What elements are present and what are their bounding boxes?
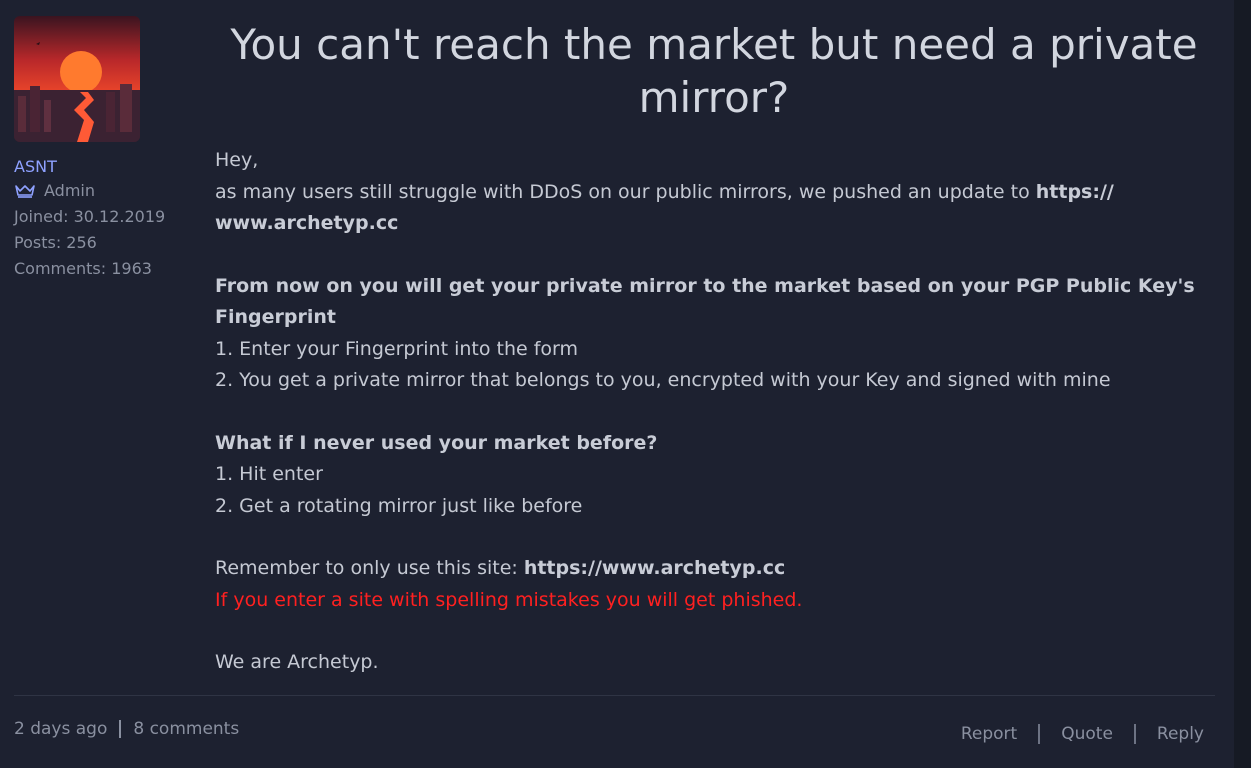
author-joined: Joined: 30.12.2019 xyxy=(14,207,166,226)
author-panel: ASNT Admin Joined: 30.12.2019 Posts: 256… xyxy=(14,16,194,282)
avatar-image xyxy=(14,16,140,142)
crown-icon xyxy=(14,184,36,198)
remember-link[interactable]: https://www.archetyp.cc xyxy=(524,557,785,579)
scrollbar-track[interactable] xyxy=(1234,0,1251,768)
step-private-mirror: 2. You get a private mirror that belongs… xyxy=(215,369,1111,391)
section-heading-private-mirror: From now on you will get your private mi… xyxy=(215,274,1195,329)
comments-link[interactable]: 8 comments xyxy=(133,719,239,739)
intro-paragraph: as many users still struggle with DDoS o… xyxy=(215,177,1215,240)
phishing-warning: If you enter a site with spelling mistak… xyxy=(215,588,803,611)
remember-paragraph: Remember to only use this site: https://… xyxy=(215,553,1215,585)
separator xyxy=(1038,724,1041,744)
quote-button[interactable]: Quote xyxy=(1061,724,1113,744)
post-page: ASNT Admin Joined: 30.12.2019 Posts: 256… xyxy=(0,0,1251,768)
intro-text: as many users still struggle with DDoS o… xyxy=(215,180,1036,203)
report-button[interactable]: Report xyxy=(961,724,1017,744)
step-rotating-mirror: 2. Get a rotating mirror just like befor… xyxy=(215,494,583,517)
author-posts: Posts: 256 xyxy=(14,233,97,252)
author-role: Admin xyxy=(14,178,194,204)
remember-text: Remember to only use this site: xyxy=(215,557,524,579)
author-name-link[interactable]: ASNT xyxy=(14,156,194,178)
step-hit-enter: 1. Hit enter xyxy=(215,463,323,485)
divider xyxy=(14,695,1215,696)
post-age: 2 days ago xyxy=(14,719,108,739)
avatar[interactable] xyxy=(14,16,140,142)
author-comments: Comments: 1963 xyxy=(14,259,152,278)
greeting: Hey, xyxy=(215,149,259,171)
post-body: Hey, as many users still struggle with D… xyxy=(215,145,1215,679)
separator xyxy=(1133,724,1136,744)
post-actions: Report Quote Reply xyxy=(961,724,1204,744)
post-title: You can't reach the market but need a pr… xyxy=(230,20,1198,122)
author-role-label: Admin xyxy=(44,181,95,200)
section-heading-new-user: What if I never used your market before? xyxy=(215,431,658,454)
signoff: We are Archetyp. xyxy=(215,651,379,673)
reply-button[interactable]: Reply xyxy=(1157,724,1204,744)
step-enter-fingerprint: 1. Enter your Fingerprint into the form xyxy=(215,337,579,360)
post-meta-footer: 2 days ago 8 comments xyxy=(14,719,239,739)
separator xyxy=(119,720,122,738)
